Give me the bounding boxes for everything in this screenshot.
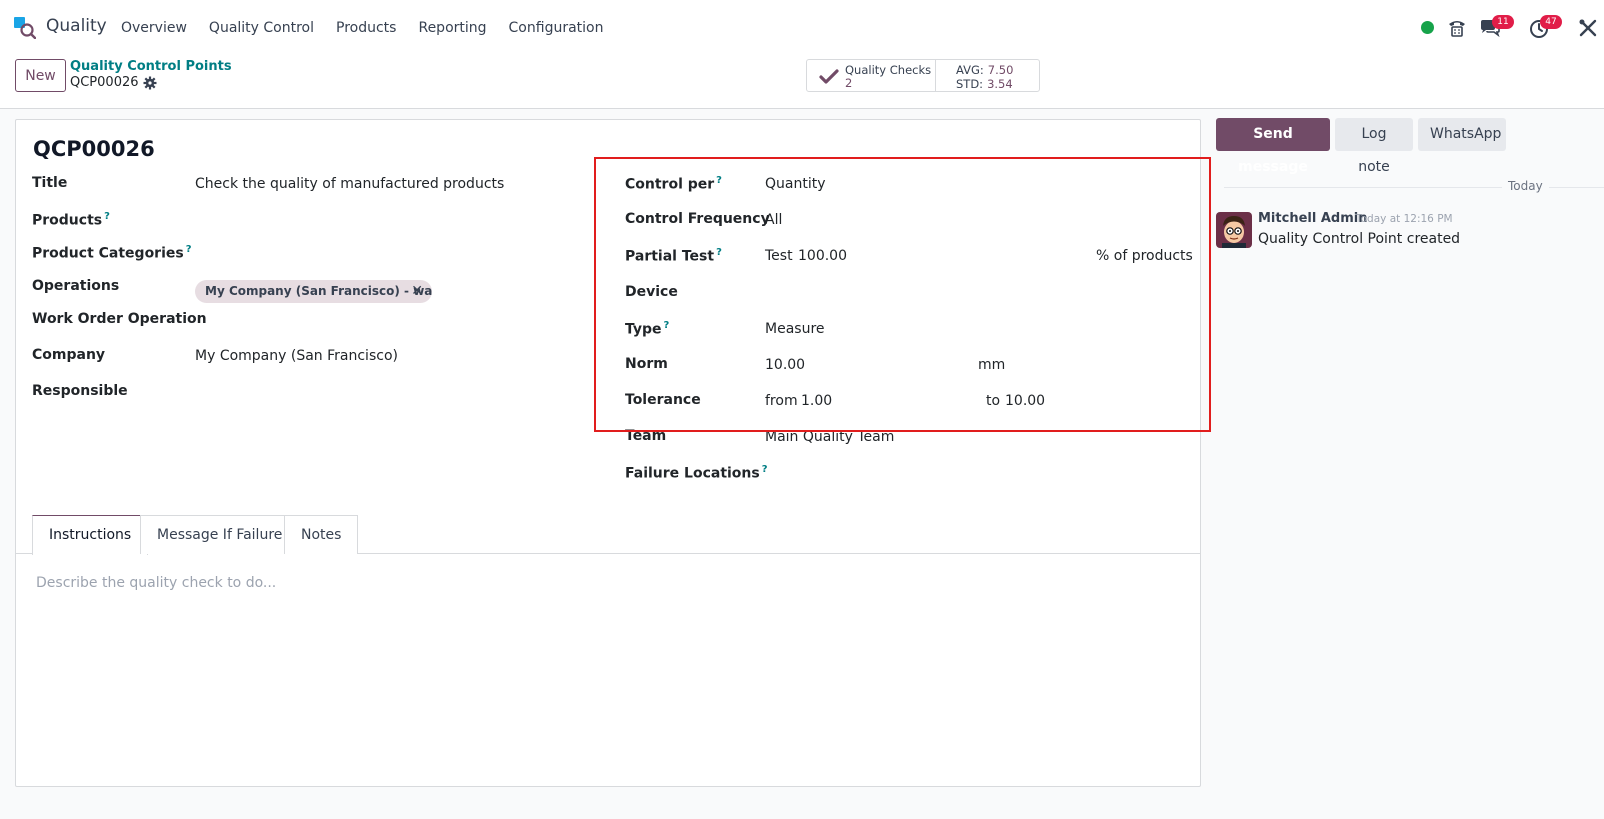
online-status-indicator: [1421, 21, 1434, 34]
product-categories-label: Product Categories?: [32, 244, 192, 262]
std-label: STD:: [956, 77, 984, 91]
product-categories-help-icon[interactable]: ?: [186, 244, 192, 255]
menu-reporting[interactable]: Reporting: [407, 20, 497, 36]
smart-buttons: Quality Checks 2 AVG: 7.50 STD: 3.54: [806, 59, 1040, 92]
tab-message-if-failure[interactable]: Message If Failure: [140, 515, 300, 554]
tag-remove-icon[interactable]: ✕: [411, 280, 423, 303]
operations-label: Operations: [32, 278, 120, 294]
quality-checks-smart-button[interactable]: Quality Checks 2: [807, 60, 936, 91]
products-label-text: Products: [32, 212, 103, 229]
form-sheet: QCP00026 Title Check the quality of manu…: [15, 119, 1211, 787]
failure-locations-label-text: Failure Locations: [625, 465, 760, 482]
whatsapp-button[interactable]: WhatsApp: [1418, 118, 1506, 151]
avg-label: AVG:: [956, 63, 984, 77]
quality-checks-label: Quality Checks: [845, 63, 932, 77]
quality-checks-count: 2: [845, 76, 853, 90]
menu-overview[interactable]: Overview: [110, 20, 198, 36]
top-navbar: Quality Overview Quality Control Product…: [0, 0, 1604, 56]
products-help-icon[interactable]: ?: [104, 211, 110, 222]
control-panel: New Quality Control Points QCP00026 Qual…: [0, 56, 1604, 109]
avg-row: AVG: 7.50: [956, 63, 1013, 77]
main-menu: Overview Quality Control Products Report…: [110, 0, 614, 56]
operations-tag[interactable]: My Company (San Francisco) - war... ✕: [195, 280, 432, 303]
operations-tag-label: My Company (San Francisco) - war...: [205, 284, 432, 298]
measure-stats-smart-button[interactable]: AVG: 7.50 STD: 3.54: [936, 60, 1039, 91]
menu-quality-control[interactable]: Quality Control: [198, 20, 325, 36]
menu-products[interactable]: Products: [325, 20, 407, 36]
company-field[interactable]: My Company (San Francisco): [195, 348, 398, 364]
checkmark-icon: [819, 69, 839, 84]
work-order-operation-label: Work Order Operation: [32, 311, 207, 327]
products-label: Products?: [32, 211, 110, 229]
message-body: Quality Control Point created: [1258, 231, 1461, 247]
message-author[interactable]: Mitchell Admin: [1258, 211, 1367, 226]
notebook-tabs: Instructions Message If Failure Notes: [16, 515, 1200, 555]
breadcrumb-quality-control-points[interactable]: Quality Control Points: [70, 59, 232, 74]
tab-notes[interactable]: Notes: [284, 515, 359, 554]
std-row: STD: 3.54: [956, 77, 1013, 91]
messages-badge: 11: [1492, 15, 1514, 29]
message-timestamp: Today at 12:16 PM: [1356, 213, 1453, 225]
tab-instructions[interactable]: Instructions: [32, 515, 149, 555]
gear-icon[interactable]: [143, 76, 157, 90]
title-label: Title: [32, 175, 68, 191]
menu-configuration[interactable]: Configuration: [498, 20, 615, 36]
failure-locations-help-icon[interactable]: ?: [762, 464, 768, 475]
company-label: Company: [32, 347, 106, 363]
title-field[interactable]: Check the quality of manufactured produc…: [195, 176, 504, 192]
log-note-button[interactable]: Log note: [1335, 118, 1413, 175]
product-categories-label-text: Product Categories: [32, 245, 184, 262]
date-separator: Today: [1502, 179, 1549, 193]
highlight-box: [594, 157, 1211, 432]
record-name[interactable]: QCP00026: [33, 137, 155, 161]
breadcrumb-current-record: QCP00026: [70, 75, 139, 90]
failure-locations-label: Failure Locations?: [625, 464, 768, 482]
tools-icon[interactable]: [1577, 17, 1599, 39]
std-value: 3.54: [987, 77, 1013, 91]
instructions-editor[interactable]: Describe the quality check to do...: [36, 575, 276, 591]
responsible-label: Responsible: [32, 383, 128, 399]
avatar[interactable]: [1216, 212, 1252, 248]
app-name[interactable]: Quality: [46, 16, 107, 36]
activities-badge: 47: [1540, 15, 1562, 29]
phone-icon[interactable]: [1446, 17, 1468, 39]
quality-app-icon[interactable]: [14, 17, 36, 39]
send-message-button[interactable]: Send message: [1216, 118, 1330, 175]
new-button[interactable]: New: [15, 59, 66, 92]
avg-value: 7.50: [987, 63, 1014, 77]
